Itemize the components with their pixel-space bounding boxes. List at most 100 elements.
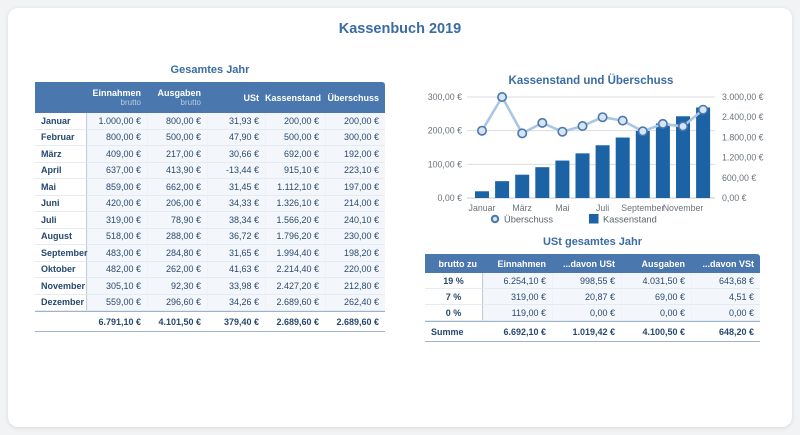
totals-ueberschuss: 2.689,60 €: [325, 311, 385, 332]
einnahmen-cell: 483,00 €: [87, 245, 147, 262]
bar: [495, 181, 509, 198]
davon-vst-cell: 0,00 €: [691, 305, 760, 321]
kassenstand-cell: 2.689,60 €: [265, 295, 325, 312]
svg-text:1.800,00 €: 1.800,00 €: [722, 132, 764, 142]
ust-cell: -13,44 €: [207, 163, 265, 180]
ueberschuss-cell: 240,10 €: [325, 212, 385, 229]
ueberschuss-cell: 214,00 €: [325, 196, 385, 213]
marker: [538, 119, 546, 127]
month-label: Oktober: [35, 262, 87, 279]
column-header: Ausgaben: [621, 254, 691, 273]
davon-vst-cell: 643,68 €: [691, 273, 760, 289]
kassenstand-cell: 1.796,20 €: [265, 229, 325, 246]
month-label: April: [35, 163, 87, 180]
ausgaben-cell: 0,00 €: [621, 305, 691, 321]
legend-kassenstand-swatch-icon: [589, 214, 599, 224]
ueberschuss-cell: 262,40 €: [325, 295, 385, 312]
column-header: Ausgabenbrutto: [147, 82, 207, 113]
ausgaben-cell: 662,00 €: [147, 179, 207, 196]
column-header: Einnahmenbrutto: [87, 82, 147, 113]
kassenstand-cell: 915,10 €: [265, 163, 325, 180]
legend-ueberschuss-label: Überschuss: [504, 215, 553, 225]
rate-row: 0 %119,00 €0,00 €0,00 €0,00 €: [425, 305, 760, 321]
year-table-header: EinnahmenbruttoAusgabenbruttoUStKassenst…: [35, 82, 385, 113]
ust-section: USt gesamtes Jahr brutto zuEinnahmen...d…: [425, 236, 760, 342]
ausgaben-cell: 69,00 €: [621, 289, 691, 305]
rate-row: 7 %319,00 €20,87 €69,00 €4,51 €: [425, 289, 760, 305]
column-header: Überschuss: [325, 82, 385, 113]
ust-cell: 34,33 €: [207, 196, 265, 213]
totals-row: 6.791,10 € 4.101,50 € 379,40 € 2.689,60 …: [35, 311, 385, 332]
month-label: Juni: [35, 196, 87, 213]
summe-row: Summe 6.692,10 € 1.019,42 € 4.100,50 € 6…: [425, 321, 760, 342]
ust-cell: 41,63 €: [207, 262, 265, 279]
ueberschuss-cell: 192,00 €: [325, 146, 385, 163]
column-header: [35, 82, 87, 113]
bar: [596, 145, 610, 198]
ausgaben-cell: 800,00 €: [147, 113, 207, 130]
einnahmen-cell: 319,00 €: [87, 212, 147, 229]
davon-vst-cell: 4,51 €: [691, 289, 760, 305]
ausgaben-cell: 296,60 €: [147, 295, 207, 312]
kassenstand-cell: 200,00 €: [265, 113, 325, 130]
column-header: USt: [207, 82, 265, 113]
bar: [616, 138, 630, 198]
bar: [696, 107, 710, 198]
month-row: Mai859,00 €662,00 €31,45 €1.112,10 €197,…: [35, 179, 385, 196]
marker: [518, 129, 526, 137]
ueberschuss-cell: 223,10 €: [325, 163, 385, 180]
bar: [576, 153, 590, 198]
legend-kassenstand-label: Kassenstand: [603, 215, 657, 225]
kassenstand-cell: 1.112,10 €: [265, 179, 325, 196]
month-row: Dezember559,00 €296,60 €34,26 €2.689,60 …: [35, 295, 385, 312]
ust-header-row: brutto zuEinnahmen...davon UStAusgaben..…: [425, 254, 760, 273]
einnahmen-cell: 800,00 €: [87, 130, 147, 147]
ausgaben-cell: 217,00 €: [147, 146, 207, 163]
month-label: September: [35, 245, 87, 262]
davon-ust-cell: 0,00 €: [552, 305, 621, 321]
davon-ust-cell: 20,87 €: [552, 289, 621, 305]
totals-kassenstand: 2.689,60 €: [265, 311, 325, 332]
ust-title: USt gesamtes Jahr: [425, 236, 760, 248]
ausgaben-cell: 288,00 €: [147, 229, 207, 246]
column-label: Ausgaben: [147, 88, 201, 98]
year-header-row: EinnahmenbruttoAusgabenbruttoUStKassenst…: [35, 82, 385, 113]
column-sublabel: brutto: [147, 98, 201, 107]
column-header: brutto zu: [425, 254, 483, 273]
marker: [578, 122, 586, 130]
ausgaben-cell: 206,00 €: [147, 196, 207, 213]
summe-ausgaben: 4.100,50 €: [621, 321, 691, 342]
summe-ust: 1.019,42 €: [552, 321, 621, 342]
month-row: Juli319,00 €78,90 €38,34 €1.566,20 €240,…: [35, 212, 385, 229]
bar: [636, 131, 650, 198]
svg-text:Januar: Januar: [469, 203, 496, 213]
bar: [515, 175, 529, 198]
month-label: Januar: [35, 113, 87, 130]
ausgaben-cell: 78,90 €: [147, 212, 207, 229]
ausgaben-cell: 413,90 €: [147, 163, 207, 180]
ust-table-header: brutto zuEinnahmen...davon UStAusgaben..…: [425, 254, 760, 273]
month-label: Juli: [35, 212, 87, 229]
svg-text:September: September: [621, 203, 664, 213]
bar: [555, 161, 569, 198]
column-sublabel: brutto: [87, 98, 141, 107]
svg-text:November: November: [663, 203, 704, 213]
svg-text:Juli: Juli: [596, 203, 609, 213]
marker: [619, 116, 627, 124]
rate-label: 19 %: [425, 273, 483, 289]
kassenstand-cell: 692,00 €: [265, 146, 325, 163]
ust-cell: 33,98 €: [207, 278, 265, 295]
column-label: Einnahmen: [87, 88, 141, 98]
month-row: Oktober482,00 €262,00 €41,63 €2.214,40 €…: [35, 262, 385, 279]
marker: [498, 93, 506, 101]
month-label: Dezember: [35, 295, 87, 312]
column-header: ...davon VSt: [691, 254, 760, 273]
totals-spacer: [35, 311, 87, 332]
ueberschuss-cell: 197,00 €: [325, 179, 385, 196]
svg-text:3.000,00 €: 3.000,00 €: [722, 92, 764, 102]
column-header: ...davon USt: [552, 254, 621, 273]
page-title: Kassenbuch 2019: [0, 21, 800, 37]
einnahmen-cell: 637,00 €: [87, 163, 147, 180]
ueberschuss-line: [482, 97, 703, 133]
ust-table: brutto zuEinnahmen...davon UStAusgaben..…: [425, 254, 760, 342]
